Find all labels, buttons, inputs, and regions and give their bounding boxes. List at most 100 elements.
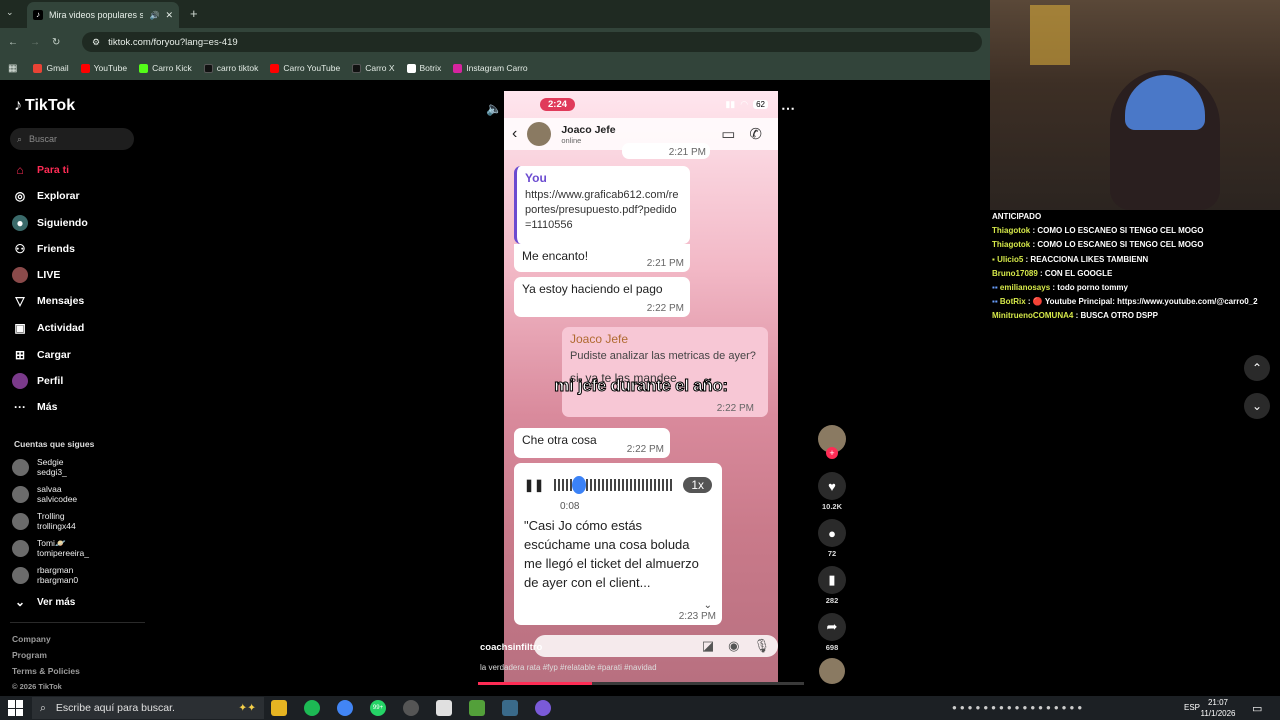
footer-link[interactable]: Program bbox=[12, 650, 47, 660]
phone-status-bar: 2:24 ▮▮ ◠ 62 bbox=[504, 91, 778, 117]
video-caption: la verdadera rata #fyp #relatable #parat… bbox=[480, 663, 657, 672]
file-explorer-icon[interactable] bbox=[271, 700, 287, 716]
chevron-up-icon: ⌃ bbox=[1251, 361, 1263, 375]
contact-status: online bbox=[561, 135, 582, 145]
site-info-icon[interactable]: ⚙ bbox=[92, 37, 100, 48]
chevron-down-icon: ⌄ bbox=[14, 595, 26, 609]
footer-link[interactable]: Company bbox=[12, 634, 51, 644]
see-more-button[interactable]: ⌄ Ver más bbox=[12, 594, 75, 610]
x-icon bbox=[352, 63, 362, 73]
apps-icon[interactable]: ▦ bbox=[8, 63, 17, 74]
nav-explorar[interactable]: ◎ Explorar bbox=[12, 188, 80, 204]
url-text: tiktok.com/foryou?lang=es-419 bbox=[108, 36, 238, 48]
badge-icon: ▪▪ bbox=[992, 297, 998, 307]
activity-icon: ▣ bbox=[14, 321, 26, 335]
forward-icon[interactable]: → bbox=[30, 37, 40, 48]
like-button[interactable]: ♥ 10.2K bbox=[818, 472, 846, 511]
discord-icon[interactable] bbox=[535, 700, 551, 716]
bookmark-botrix[interactable]: Botrix bbox=[406, 63, 441, 73]
bookmark-instagram-carro[interactable]: Instagram Carro bbox=[453, 63, 528, 73]
trophy-shelf bbox=[1030, 5, 1070, 65]
author-avatar-button[interactable]: + bbox=[818, 425, 846, 459]
back-icon[interactable]: ← bbox=[8, 37, 18, 48]
followed-account[interactable]: rbargman rbargman0 bbox=[12, 565, 78, 585]
tiktok-logo[interactable]: ♪ TikTok bbox=[14, 97, 75, 115]
nav-perfil[interactable]: Perfil bbox=[12, 373, 63, 389]
system-tray-icons[interactable]: ●●●●●●●●●●●●●●●●● bbox=[952, 703, 1085, 712]
sound-disc-button[interactable] bbox=[818, 658, 846, 684]
webcam-overlay bbox=[990, 0, 1280, 210]
minecraft-icon[interactable] bbox=[469, 700, 485, 716]
follow-plus-icon[interactable]: + bbox=[826, 447, 838, 459]
save-button[interactable]: ▮ 282 bbox=[818, 566, 846, 605]
new-tab-icon[interactable]: + bbox=[190, 6, 198, 21]
bookmark-carro-youtube[interactable]: Carro YouTube bbox=[270, 63, 340, 73]
chrome-icon[interactable] bbox=[337, 700, 353, 716]
start-button[interactable] bbox=[8, 700, 24, 716]
nav-live[interactable]: LIVE bbox=[12, 267, 60, 283]
comment-icon: ● bbox=[818, 519, 846, 547]
voice-message: ❚❚ 1x 0:08 "Casi Jo cómo estás escúchame… bbox=[514, 463, 722, 625]
taskbar-search[interactable]: ⌕ Escribe aquí para buscar. ✦✦ bbox=[32, 697, 264, 719]
footer-link[interactable]: Terms & Policies bbox=[12, 666, 80, 676]
bookmark-gmail[interactable]: Gmail bbox=[33, 63, 69, 73]
volume-icon[interactable]: 🔈 bbox=[486, 101, 502, 117]
video-progress-bar[interactable] bbox=[478, 682, 804, 685]
nav-cargar[interactable]: ⊞ Cargar bbox=[12, 347, 71, 363]
nav-siguiendo[interactable]: ● Siguiendo bbox=[12, 215, 88, 231]
video-player[interactable]: 2:24 ▮▮ ◠ 62 ‹ Joaco Jefe online ▭ ✆ 2:2… bbox=[504, 91, 778, 682]
comment-button[interactable]: ● 72 bbox=[818, 519, 846, 558]
obs-icon[interactable] bbox=[403, 700, 419, 716]
live-icon bbox=[12, 267, 28, 283]
reload-icon[interactable]: ↻ bbox=[52, 37, 60, 48]
nav-actividad[interactable]: ▣ Actividad bbox=[12, 320, 84, 336]
tiktok-note-icon: ♪ bbox=[14, 97, 22, 114]
speaker-icon[interactable]: 🔊 bbox=[149, 11, 159, 20]
nav-mensajes[interactable]: ▽ Mensajes bbox=[12, 293, 84, 309]
store-icon[interactable] bbox=[436, 700, 452, 716]
previous-video-button[interactable]: ⌃ bbox=[1244, 355, 1270, 381]
contact-avatar bbox=[527, 122, 552, 146]
tab-close-icon[interactable]: ✕ bbox=[165, 10, 173, 21]
nav-friends[interactable]: ⚇ Friends bbox=[12, 241, 75, 257]
instagram-icon bbox=[453, 63, 463, 73]
nav-para-ti[interactable]: ⌂ Para ti bbox=[12, 162, 69, 178]
url-field[interactable]: ⚙ tiktok.com/foryou?lang=es-419 bbox=[82, 32, 982, 52]
language-indicator[interactable]: ESP bbox=[1184, 703, 1200, 712]
video-call-icon: ▭ bbox=[721, 126, 736, 143]
tiktok-favicon-icon: ♪ bbox=[33, 10, 43, 20]
followed-account[interactable]: Sedgie sedgi3_ bbox=[12, 457, 67, 477]
bookmark-carro-kick[interactable]: Carro Kick bbox=[139, 63, 192, 73]
bookmark-icon: ▮ bbox=[818, 566, 846, 594]
next-video-button[interactable]: ⌄ bbox=[1244, 393, 1270, 419]
bookmark-carro-tiktok[interactable]: carro tiktok bbox=[203, 63, 258, 73]
chat-line: Bruno17089 : CON EL GOOGLE bbox=[992, 268, 1113, 278]
kick-icon bbox=[139, 63, 149, 73]
spotify-icon[interactable] bbox=[304, 700, 320, 716]
taskbar-clock[interactable]: 21:07 11/1/2026 bbox=[1200, 697, 1236, 719]
pause-icon: ❚❚ bbox=[524, 478, 545, 492]
bookmark-carro-x[interactable]: Carro X bbox=[352, 63, 395, 73]
browser-tab[interactable]: ♪ Mira videos populares selec 🔊 ✕ bbox=[27, 2, 179, 28]
bookmark-youtube[interactable]: YouTube bbox=[80, 63, 127, 73]
tab-list-icon[interactable]: ⌄ bbox=[6, 7, 14, 18]
whatsapp-icon[interactable]: 99+ bbox=[370, 700, 386, 716]
followed-account[interactable]: Tomi🪐 tomipereeira_ bbox=[12, 538, 89, 558]
phone-time: 2:24 bbox=[540, 97, 576, 111]
avatar bbox=[12, 539, 29, 557]
followed-account[interactable]: Trolling trollingx44 bbox=[12, 511, 76, 531]
nav-mas[interactable]: ··· Más bbox=[12, 399, 57, 415]
search-input[interactable]: ⌕ Buscar bbox=[10, 128, 134, 150]
browser-icon[interactable] bbox=[502, 700, 518, 716]
followed-account[interactable]: salvaa salvicodee bbox=[12, 484, 77, 504]
share-button[interactable]: ➦ 698 bbox=[818, 613, 846, 652]
video-author[interactable]: coachsinfiltro bbox=[480, 642, 542, 653]
chat-line: Thiagotok : COMO LO ESCANEO SI TENGO CEL… bbox=[992, 240, 1204, 250]
waveform bbox=[554, 476, 674, 494]
wifi-icon: ◠ bbox=[740, 98, 749, 109]
contact-name: Joaco Jefe bbox=[561, 123, 616, 136]
more-options-icon[interactable]: ⋯ bbox=[781, 100, 795, 117]
messages-icon: ▽ bbox=[15, 294, 25, 308]
notifications-icon[interactable]: ▭ bbox=[1252, 702, 1262, 715]
message-bubble: Che otra cosa 2:22 PM bbox=[514, 428, 670, 458]
